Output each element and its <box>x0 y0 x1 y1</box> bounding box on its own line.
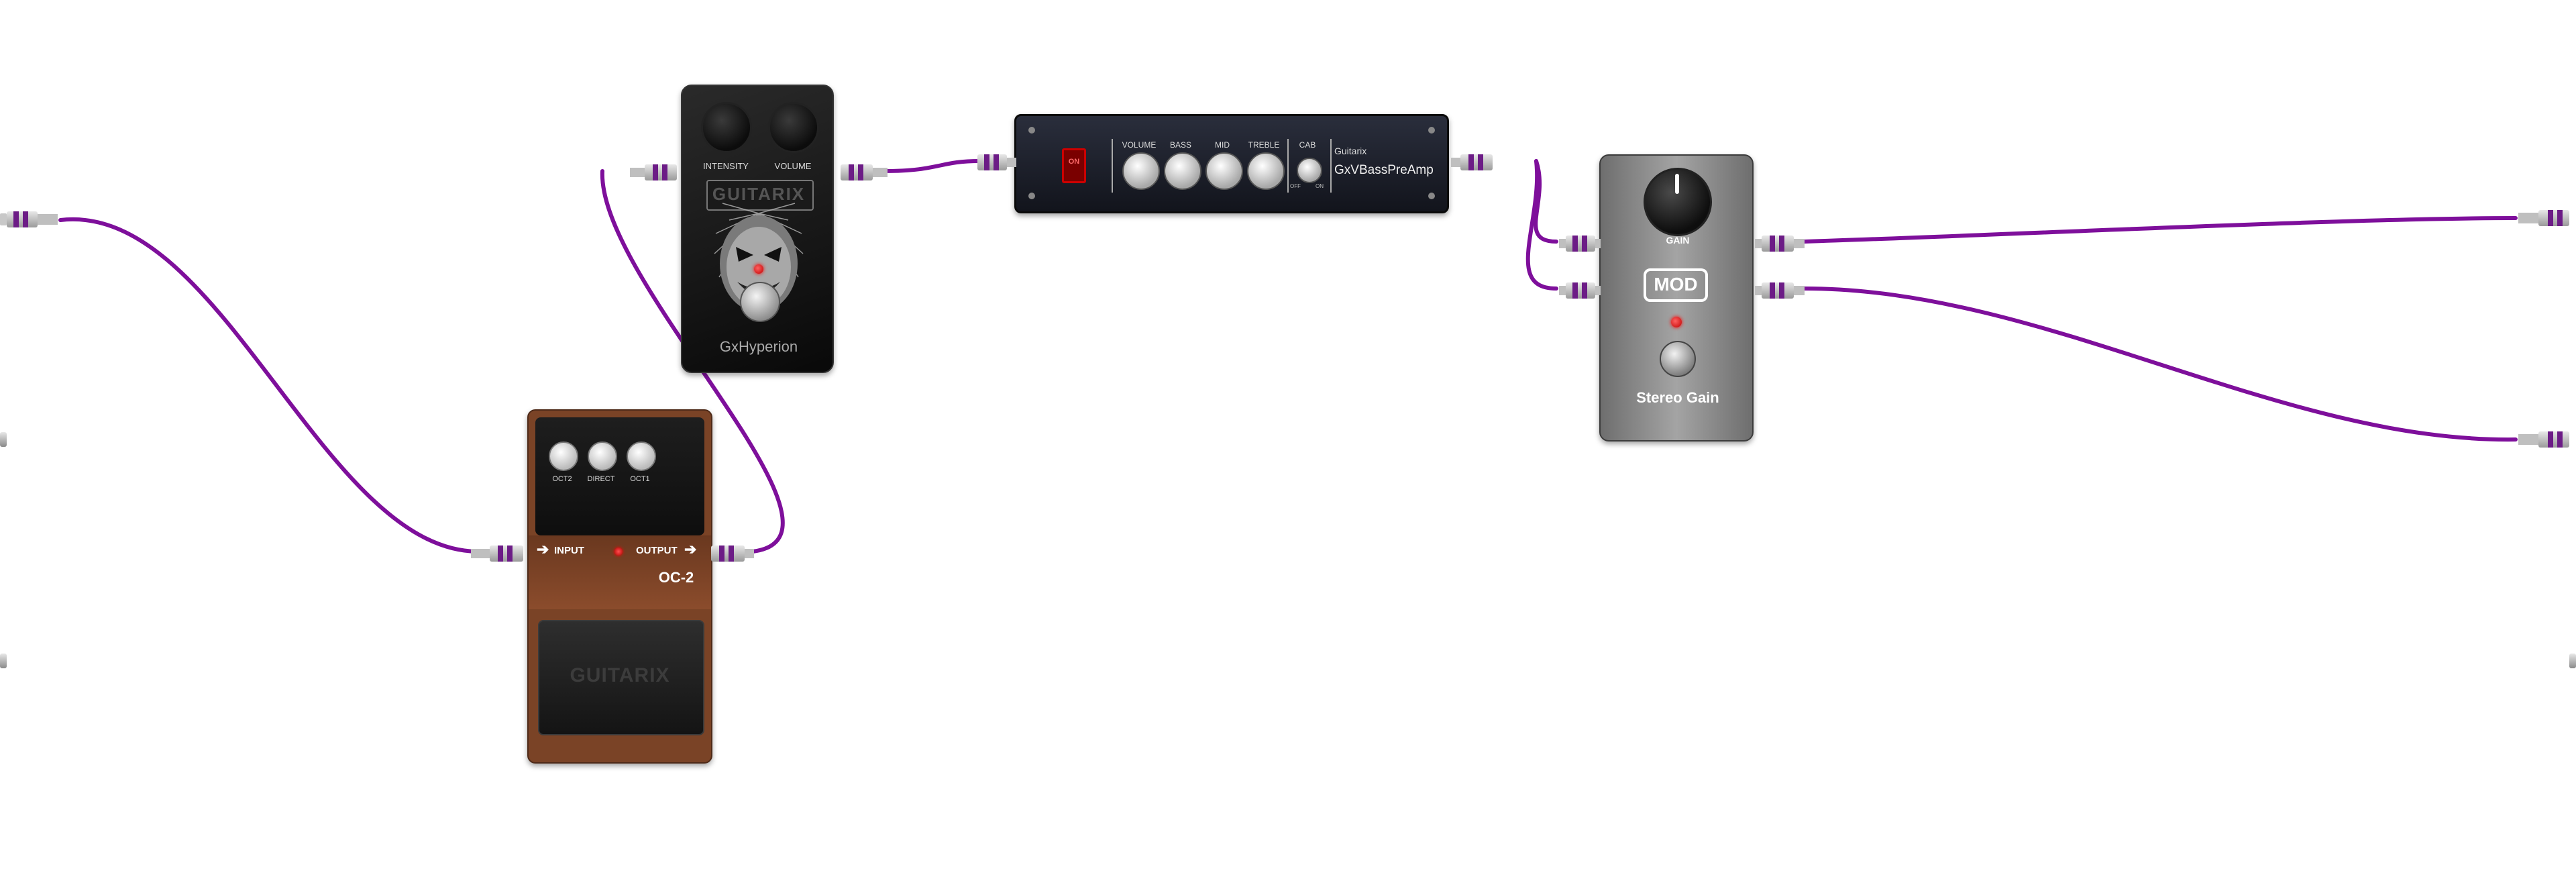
cab-switch[interactable] <box>1297 158 1322 183</box>
stereo-gain-pedal[interactable]: GAIN MOD Stereo Gain <box>1559 154 1805 442</box>
playback-3-port[interactable] <box>2568 651 2576 671</box>
stereo-gain-output-1-jack[interactable] <box>1755 235 1805 252</box>
playback-1-port[interactable] <box>2518 208 2576 228</box>
hyperion-footswitch[interactable] <box>740 282 780 322</box>
oc2-pedal[interactable]: OCT2 DIRECT OCT1 ➔ INPUT OUTPUT ➔ OC-2 G… <box>471 409 754 764</box>
hyperion-led <box>754 264 763 274</box>
mid-knob[interactable] <box>1205 152 1243 190</box>
treble-label: TREBLE <box>1248 140 1280 150</box>
output-arrow-icon: ➔ <box>684 541 697 558</box>
screw-icon <box>1028 127 1035 134</box>
hyperion-input-jack[interactable] <box>630 164 682 181</box>
oc2-input-jack[interactable] <box>471 545 529 562</box>
gain-knob-pointer <box>1675 174 1679 194</box>
mod-logo: MOD <box>1654 274 1698 295</box>
preamp-brand: Guitarix <box>1334 146 1367 156</box>
bass-label: BASS <box>1169 140 1191 150</box>
capture-1-port[interactable] <box>0 209 58 229</box>
oct2-knob[interactable] <box>549 442 578 471</box>
gain-knob[interactable] <box>1644 168 1712 236</box>
oc2-output-jack[interactable] <box>711 545 754 562</box>
hyperion-name: GxHyperion <box>719 338 798 355</box>
oc2-led <box>614 548 623 556</box>
bass-preamp-unit[interactable]: ON VOLUME BASS MID TREBLE CAB OFF ON Gui… <box>977 114 1493 213</box>
oc2-logo: GUITARIX <box>570 664 670 686</box>
hyperion-output-jack[interactable] <box>835 164 888 181</box>
oc2-input-label: INPUT <box>554 545 584 556</box>
screw-icon <box>1028 193 1035 199</box>
gain-label: GAIN <box>1666 235 1690 246</box>
preamp-output-jack[interactable] <box>1451 154 1499 171</box>
cable-preamp-output-to-stereogain-in2 <box>1525 159 1558 291</box>
screw-icon <box>1428 193 1435 199</box>
oct1-label: OCT1 <box>630 475 650 483</box>
mid-label: MID <box>1215 140 1230 150</box>
panel-divider <box>1112 139 1113 193</box>
cab-label: CAB <box>1299 140 1316 150</box>
monster-face-artwork <box>714 203 804 312</box>
stereo-gain-input-2-jack[interactable] <box>1559 282 1601 299</box>
direct-label: DIRECT <box>587 475 615 483</box>
cable-hyperion-output-to-preamp-input <box>882 159 981 173</box>
direct-knob[interactable] <box>588 442 617 471</box>
treble-knob[interactable] <box>1247 152 1285 190</box>
volume-label: VOLUME <box>1122 140 1157 150</box>
power-switch-label: ON <box>1068 158 1080 166</box>
panel-divider <box>1330 139 1332 193</box>
pedalboard-canvas[interactable]: INTENSITY VOLUME GUITARIX GxHyperion OCT… <box>0 0 2576 883</box>
screw-icon <box>1428 127 1435 134</box>
stereo-gain-led <box>1671 317 1682 327</box>
preamp-name: GxVBassPreAmp <box>1334 163 1434 177</box>
volume-knob[interactable] <box>1122 152 1160 190</box>
capture-2-port[interactable] <box>0 429 8 450</box>
stereo-gain-output-2-jack[interactable] <box>1755 282 1805 299</box>
cable-capture1-to-oc2-input <box>58 217 480 554</box>
oct2-label: OCT2 <box>552 475 572 483</box>
input-arrow-icon: ➔ <box>537 541 549 558</box>
capture-3-port[interactable] <box>0 651 8 671</box>
preamp-input-jack[interactable] <box>977 154 1016 171</box>
oc2-output-label: OUTPUT <box>636 545 678 556</box>
stereo-gain-input-1-jack[interactable] <box>1559 235 1601 252</box>
stereo-gain-name: Stereo Gain <box>1636 389 1719 406</box>
bass-knob[interactable] <box>1164 152 1201 190</box>
cable-stereogain-out1-to-playback1 <box>1803 216 2518 244</box>
stereo-gain-footswitch[interactable] <box>1660 341 1696 377</box>
playback-2-port[interactable] <box>2518 429 2576 450</box>
cab-off-label: OFF <box>1290 183 1301 189</box>
cab-on-label: ON <box>1316 183 1324 189</box>
hyperion-pedal[interactable]: INTENSITY VOLUME GUITARIX GxHyperion <box>630 85 888 373</box>
oc2-model-label: OC-2 <box>658 569 694 586</box>
oct1-knob[interactable] <box>627 442 656 471</box>
power-switch[interactable] <box>1062 148 1086 183</box>
cable-stereogain-out2-to-playback2 <box>1803 287 2518 442</box>
